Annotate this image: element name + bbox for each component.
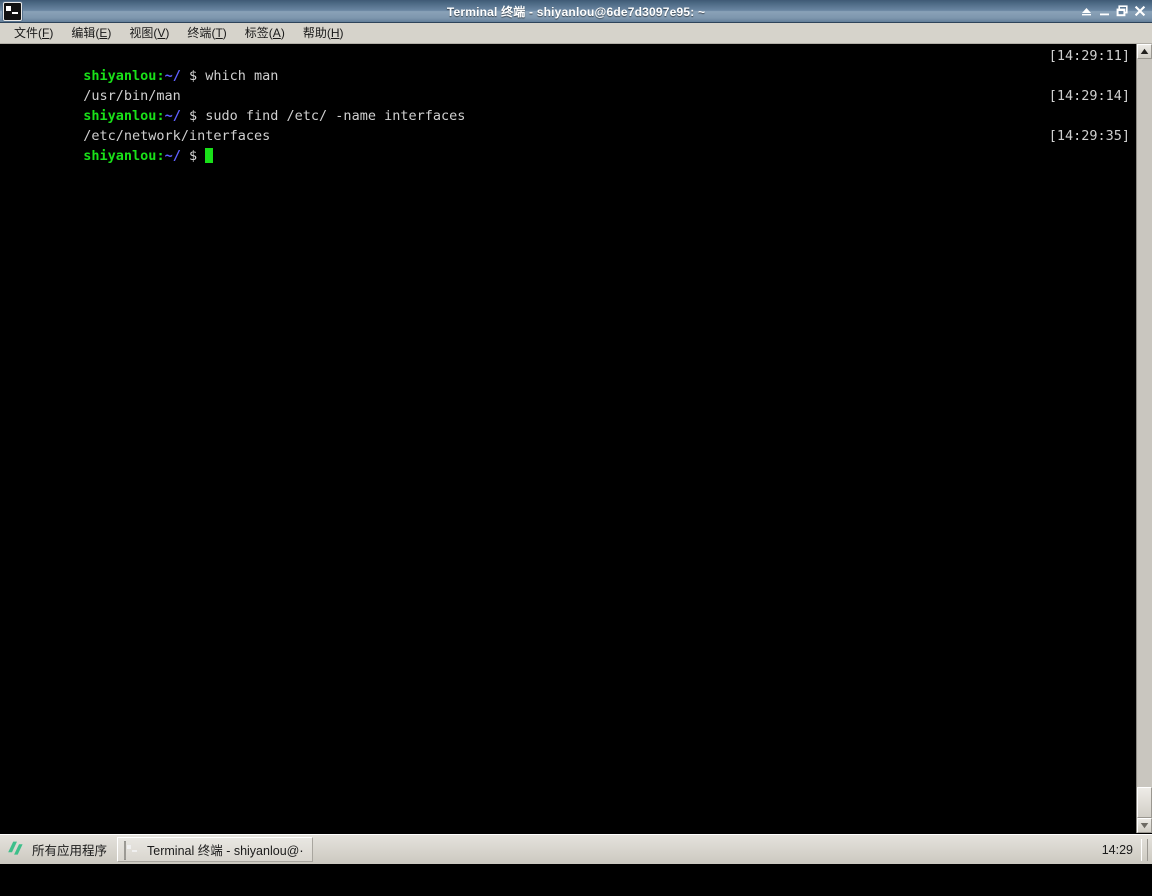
window-titlebar[interactable]: Terminal 终端 - shiyanlou@6de7d3097e95: ~ (0, 0, 1152, 23)
desktop: Terminal 终端 - shiyanlou@6de7d3097e95: ~ (0, 0, 1152, 896)
close-window-button[interactable] (1132, 3, 1148, 19)
menu-tabs-accel: A (272, 26, 281, 40)
task-button-list: Terminal 终端 - shiyanlou@⋯ (117, 835, 314, 865)
scroll-up-button[interactable] (1137, 44, 1152, 59)
window-controls (1078, 3, 1152, 19)
terminal-line: shiyanlou:~/ $ sudo find /etc/ -name int… (2, 86, 1136, 124)
menu-edit[interactable]: 编辑(E) (64, 23, 118, 43)
prompt-sigil: $ (188, 148, 198, 164)
terminal-icon (124, 840, 140, 860)
menu-view-label: 视图 (129, 26, 154, 40)
task-button-terminal[interactable]: Terminal 终端 - shiyanlou@⋯ (117, 837, 314, 862)
menu-edit-accel: E (99, 26, 108, 40)
menu-file[interactable]: 文件(F) (7, 23, 60, 43)
menu-tabs-label: 标签 (244, 26, 269, 40)
scrollbar-thumb[interactable] (1137, 787, 1152, 818)
menu-help-label: 帮助 (302, 26, 327, 40)
terminal-body: shiyanlou:~/ $ which man [14:29:11] /usr… (0, 44, 1152, 833)
shiyanlou-logo-icon (6, 840, 25, 859)
prompt-separator: : (156, 148, 165, 164)
prompt-user: shiyanlou (83, 148, 157, 164)
minimize-window-button[interactable] (1096, 3, 1112, 19)
menu-view[interactable]: 视图(V) (122, 23, 176, 43)
menu-terminal-label: 终端 (187, 26, 212, 40)
scroll-down-button[interactable] (1137, 818, 1152, 833)
clock[interactable]: 14:29 (1096, 843, 1139, 857)
command-timestamp: [14:29:35] (1048, 128, 1130, 144)
menu-terminal-accel: T (215, 26, 223, 40)
terminal-scrollbar[interactable] (1136, 44, 1152, 833)
command-timestamp: [14:29:14] (1048, 88, 1130, 104)
shade-window-button[interactable] (1078, 3, 1094, 19)
terminal-line: /usr/bin/man (2, 66, 1136, 104)
menu-view-accel: V (157, 26, 166, 40)
menu-file-label: 文件 (14, 26, 39, 40)
menu-tabs[interactable]: 标签(A) (238, 23, 292, 43)
menu-file-accel: F (42, 26, 50, 40)
all-applications-button[interactable]: 所有应用程序 (0, 836, 117, 864)
terminal-window: Terminal 终端 - shiyanlou@6de7d3097e95: ~ (0, 0, 1152, 834)
terminal-icon (1, 0, 23, 22)
menu-help[interactable]: 帮助(H) (296, 23, 351, 43)
desktop-background-bottom (0, 864, 1152, 896)
terminal-line-current: shiyanlou:~/ $ [14:29:35] (2, 126, 1136, 164)
terminal-screen[interactable]: shiyanlou:~/ $ which man [14:29:11] /usr… (0, 44, 1136, 833)
menu-edit-label: 编辑 (71, 26, 96, 40)
maximize-window-button[interactable] (1114, 3, 1130, 19)
taskbar: 所有应用程序 Terminal 终端 - shiyanlou@⋯ 14:29 (0, 834, 1152, 864)
terminal-line: shiyanlou:~/ $ which man [14:29:11] (2, 46, 1136, 84)
menu-terminal[interactable]: 终端(T) (180, 23, 233, 43)
window-title: Terminal 终端 - shiyanlou@6de7d3097e95: ~ (446, 4, 706, 19)
terminal-line: /etc/network/interfaces (2, 106, 1136, 144)
task-button-label: Terminal 终端 - shiyanlou@⋯ (147, 844, 304, 858)
scrollbar-track[interactable] (1137, 59, 1152, 818)
command-timestamp: [14:29:11] (1048, 48, 1130, 64)
all-applications-label: 所有应用程序 (32, 844, 108, 858)
menubar: 文件(F) 编辑(E) 视图(V) 终端(T) 标签(A) 帮助(H) (0, 23, 1152, 44)
tray-grip-handle[interactable] (1141, 838, 1148, 861)
terminal-cursor (205, 148, 214, 163)
prompt-path: ~/ (164, 148, 181, 164)
system-tray: 14:29 (1096, 835, 1152, 865)
menu-help-accel: H (330, 26, 340, 40)
